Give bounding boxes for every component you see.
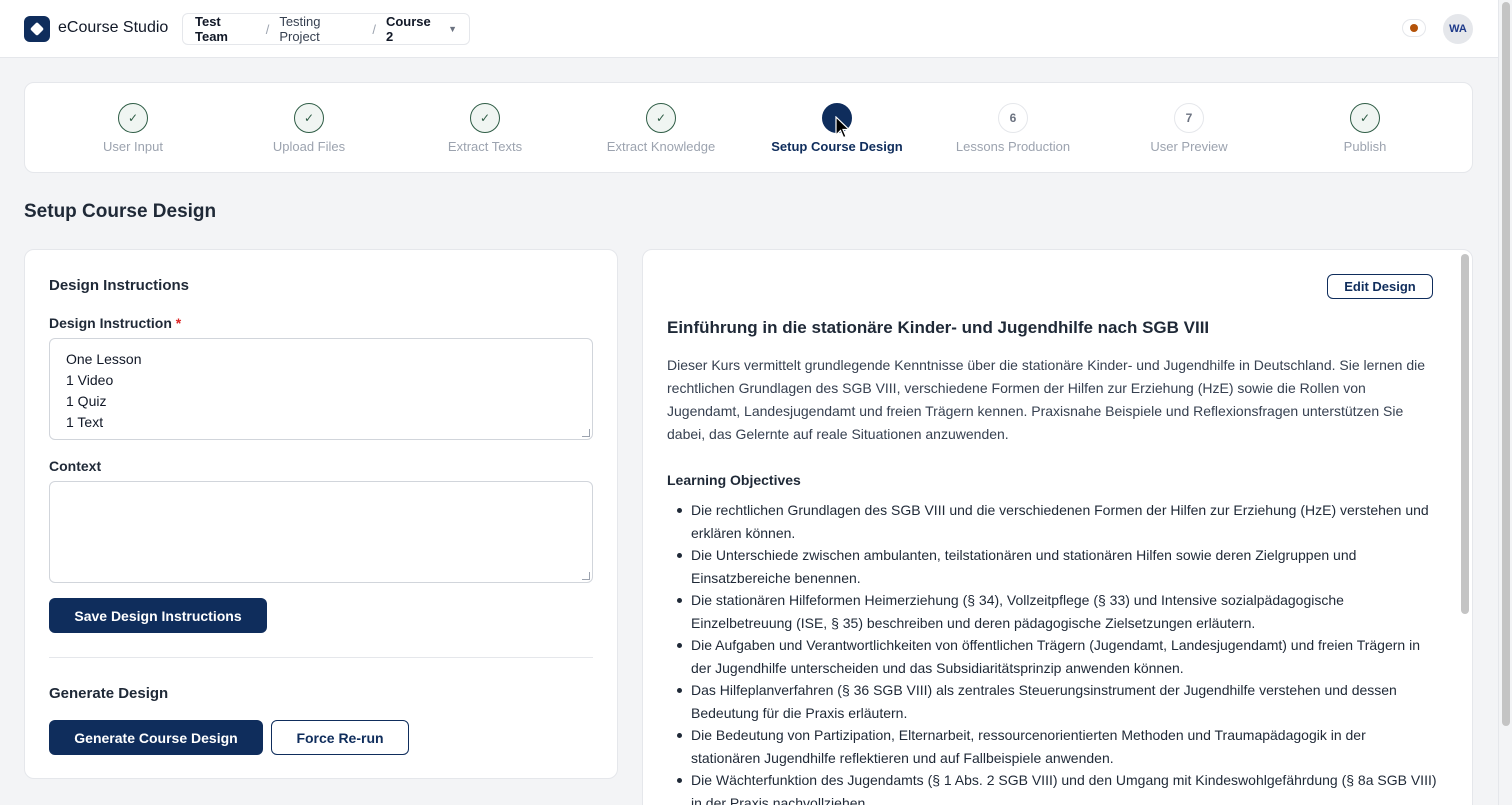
step-label: Publish xyxy=(1343,139,1387,154)
course-description: Dieser Kurs vermittelt grundlegende Kenn… xyxy=(667,357,1426,442)
step-number: 7 xyxy=(1174,103,1204,133)
mouse-pointer-icon xyxy=(835,116,851,139)
breadcrumb-project[interactable]: Testing Project xyxy=(279,14,362,44)
chevron-down-icon[interactable]: ▼ xyxy=(448,24,457,34)
step-extract-knowledge[interactable]: ✓ Extract Knowledge xyxy=(573,103,749,154)
panel-scrollbar-thumb[interactable] xyxy=(1461,254,1469,614)
step-user-preview[interactable]: 7 User Preview xyxy=(1101,103,1277,154)
status-dot-icon[interactable] xyxy=(1402,19,1426,37)
breadcrumb-separator: / xyxy=(372,21,376,37)
step-extract-texts[interactable]: ✓ Extract Texts xyxy=(397,103,573,154)
design-instruction-textarea[interactable]: One Lesson 1 Video 1 Quiz 1 Text xyxy=(49,338,593,440)
step-publish[interactable]: ✓ Publish xyxy=(1277,103,1453,154)
design-instruction-label: Design Instruction * xyxy=(49,315,181,331)
page-scrollbar[interactable] xyxy=(1498,0,1512,805)
course-title: Einführung in die stationäre Kinder- und… xyxy=(667,318,1210,337)
course-design-preview-panel: Edit Design Einführung in die stationäre… xyxy=(642,249,1473,805)
avatar[interactable]: WA xyxy=(1443,14,1473,44)
required-marker: * xyxy=(175,315,182,331)
step-label: Upload Files xyxy=(272,139,346,154)
design-instructions-heading: Design Instructions xyxy=(49,277,190,294)
step-label: Setup Course Design xyxy=(771,139,903,154)
design-instruction-label-text: Design Instruction xyxy=(49,315,172,331)
save-design-instructions-button[interactable]: Save Design Instructions xyxy=(49,598,267,633)
step-number: 6 xyxy=(998,103,1028,133)
check-icon: ✓ xyxy=(470,103,500,133)
check-icon: ✓ xyxy=(1350,103,1380,133)
step-lessons-production[interactable]: 6 Lessons Production xyxy=(925,103,1101,154)
breadcrumb-separator: / xyxy=(265,21,270,37)
breadcrumb-course[interactable]: Course 2 xyxy=(386,14,440,44)
step-label: Extract Texts xyxy=(447,139,523,154)
step-label: Lessons Production xyxy=(955,139,1071,154)
diamond-logo-icon[interactable] xyxy=(24,16,50,42)
design-instructions-panel: Design Instructions Design Instruction *… xyxy=(24,249,618,779)
step-label: Extract Knowledge xyxy=(606,139,716,154)
generate-design-heading: Generate Design xyxy=(49,685,169,702)
page-title: Setup Course Design xyxy=(24,201,217,222)
step-user-input[interactable]: ✓ User Input xyxy=(45,103,221,154)
workflow-stepper: ✓ User Input ✓ Upload Files ✓ Extract Te… xyxy=(24,82,1473,173)
breadcrumb[interactable]: Test Team / Testing Project / Course 2 ▼ xyxy=(182,13,470,45)
list-item: Die rechtlichen Grundlagen des SGB VIII … xyxy=(667,499,1437,544)
list-item: Die Bedeutung von Partizipation, Elterna… xyxy=(667,724,1437,769)
force-rerun-button[interactable]: Force Re-run xyxy=(271,720,409,755)
generate-course-design-button[interactable]: Generate Course Design xyxy=(49,720,263,755)
check-icon: ✓ xyxy=(118,103,148,133)
list-item: Die stationären Hilfeformen Heimerziehun… xyxy=(667,589,1437,634)
learning-objectives-list: Die rechtlichen Grundlagen des SGB VIII … xyxy=(667,499,1437,805)
step-label: User Preview xyxy=(1150,139,1228,154)
breadcrumb-team[interactable]: Test Team xyxy=(195,14,256,44)
learning-objectives-heading: Learning Objectives xyxy=(667,472,801,488)
context-textarea[interactable] xyxy=(49,481,593,583)
section-divider xyxy=(49,657,593,658)
list-item: Die Unterschiede zwischen ambulanten, te… xyxy=(667,544,1437,589)
app-title[interactable]: eCourse Studio xyxy=(58,19,168,37)
list-item: Das Hilfeplanverfahren (§ 36 SGB VIII) a… xyxy=(667,679,1437,724)
step-upload-files[interactable]: ✓ Upload Files xyxy=(221,103,397,154)
list-item: Die Wächterfunktion des Jugendamts (§ 1 … xyxy=(667,769,1437,805)
top-header: eCourse Studio Test Team / Testing Proje… xyxy=(0,0,1498,58)
context-label: Context xyxy=(49,458,102,474)
step-label: User Input xyxy=(103,139,163,154)
edit-design-button[interactable]: Edit Design xyxy=(1327,274,1433,299)
list-item: Die Aufgaben und Verantwortlichkeiten vo… xyxy=(667,634,1437,679)
scrollbar-thumb[interactable] xyxy=(1502,2,1510,726)
check-icon: ✓ xyxy=(646,103,676,133)
check-icon: ✓ xyxy=(294,103,324,133)
